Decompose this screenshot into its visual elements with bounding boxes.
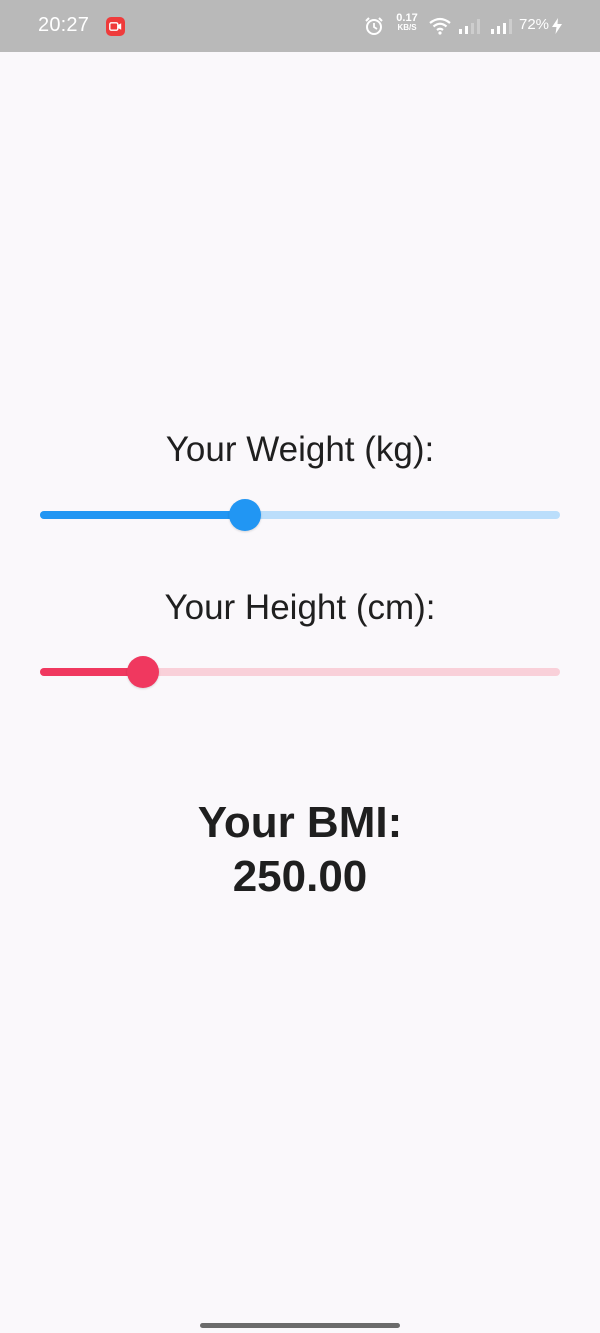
weight-label: Your Weight (kg):	[165, 430, 435, 469]
charging-icon	[552, 18, 562, 39]
weight-slider-thumb[interactable]	[228, 499, 261, 531]
weight-slider[interactable]	[40, 499, 560, 531]
network-speed-value: 0.17	[396, 12, 418, 24]
network-speed: 0.17 KB/S	[394, 12, 420, 33]
status-time: 20:27	[38, 14, 90, 36]
status-bar: 20:27 0.17 KB/S 72%	[0, 0, 600, 52]
network-speed-unit: KB/S	[397, 23, 417, 32]
height-label: Your Height (cm):	[164, 588, 436, 627]
battery-level: 72%	[519, 16, 550, 33]
alarm-icon	[364, 16, 384, 41]
signal-icon	[458, 18, 482, 39]
signal-icon	[490, 18, 514, 39]
height-slider[interactable]	[40, 656, 560, 688]
screen-record-icon	[106, 17, 125, 36]
wifi-icon	[428, 17, 452, 40]
weight-slider-active-track[interactable]	[40, 511, 245, 519]
home-indicator[interactable]	[200, 1323, 400, 1328]
bmi-title: Your BMI:	[197, 798, 403, 847]
bmi-value: 250.00	[232, 852, 368, 901]
height-slider-thumb[interactable]	[126, 656, 159, 688]
